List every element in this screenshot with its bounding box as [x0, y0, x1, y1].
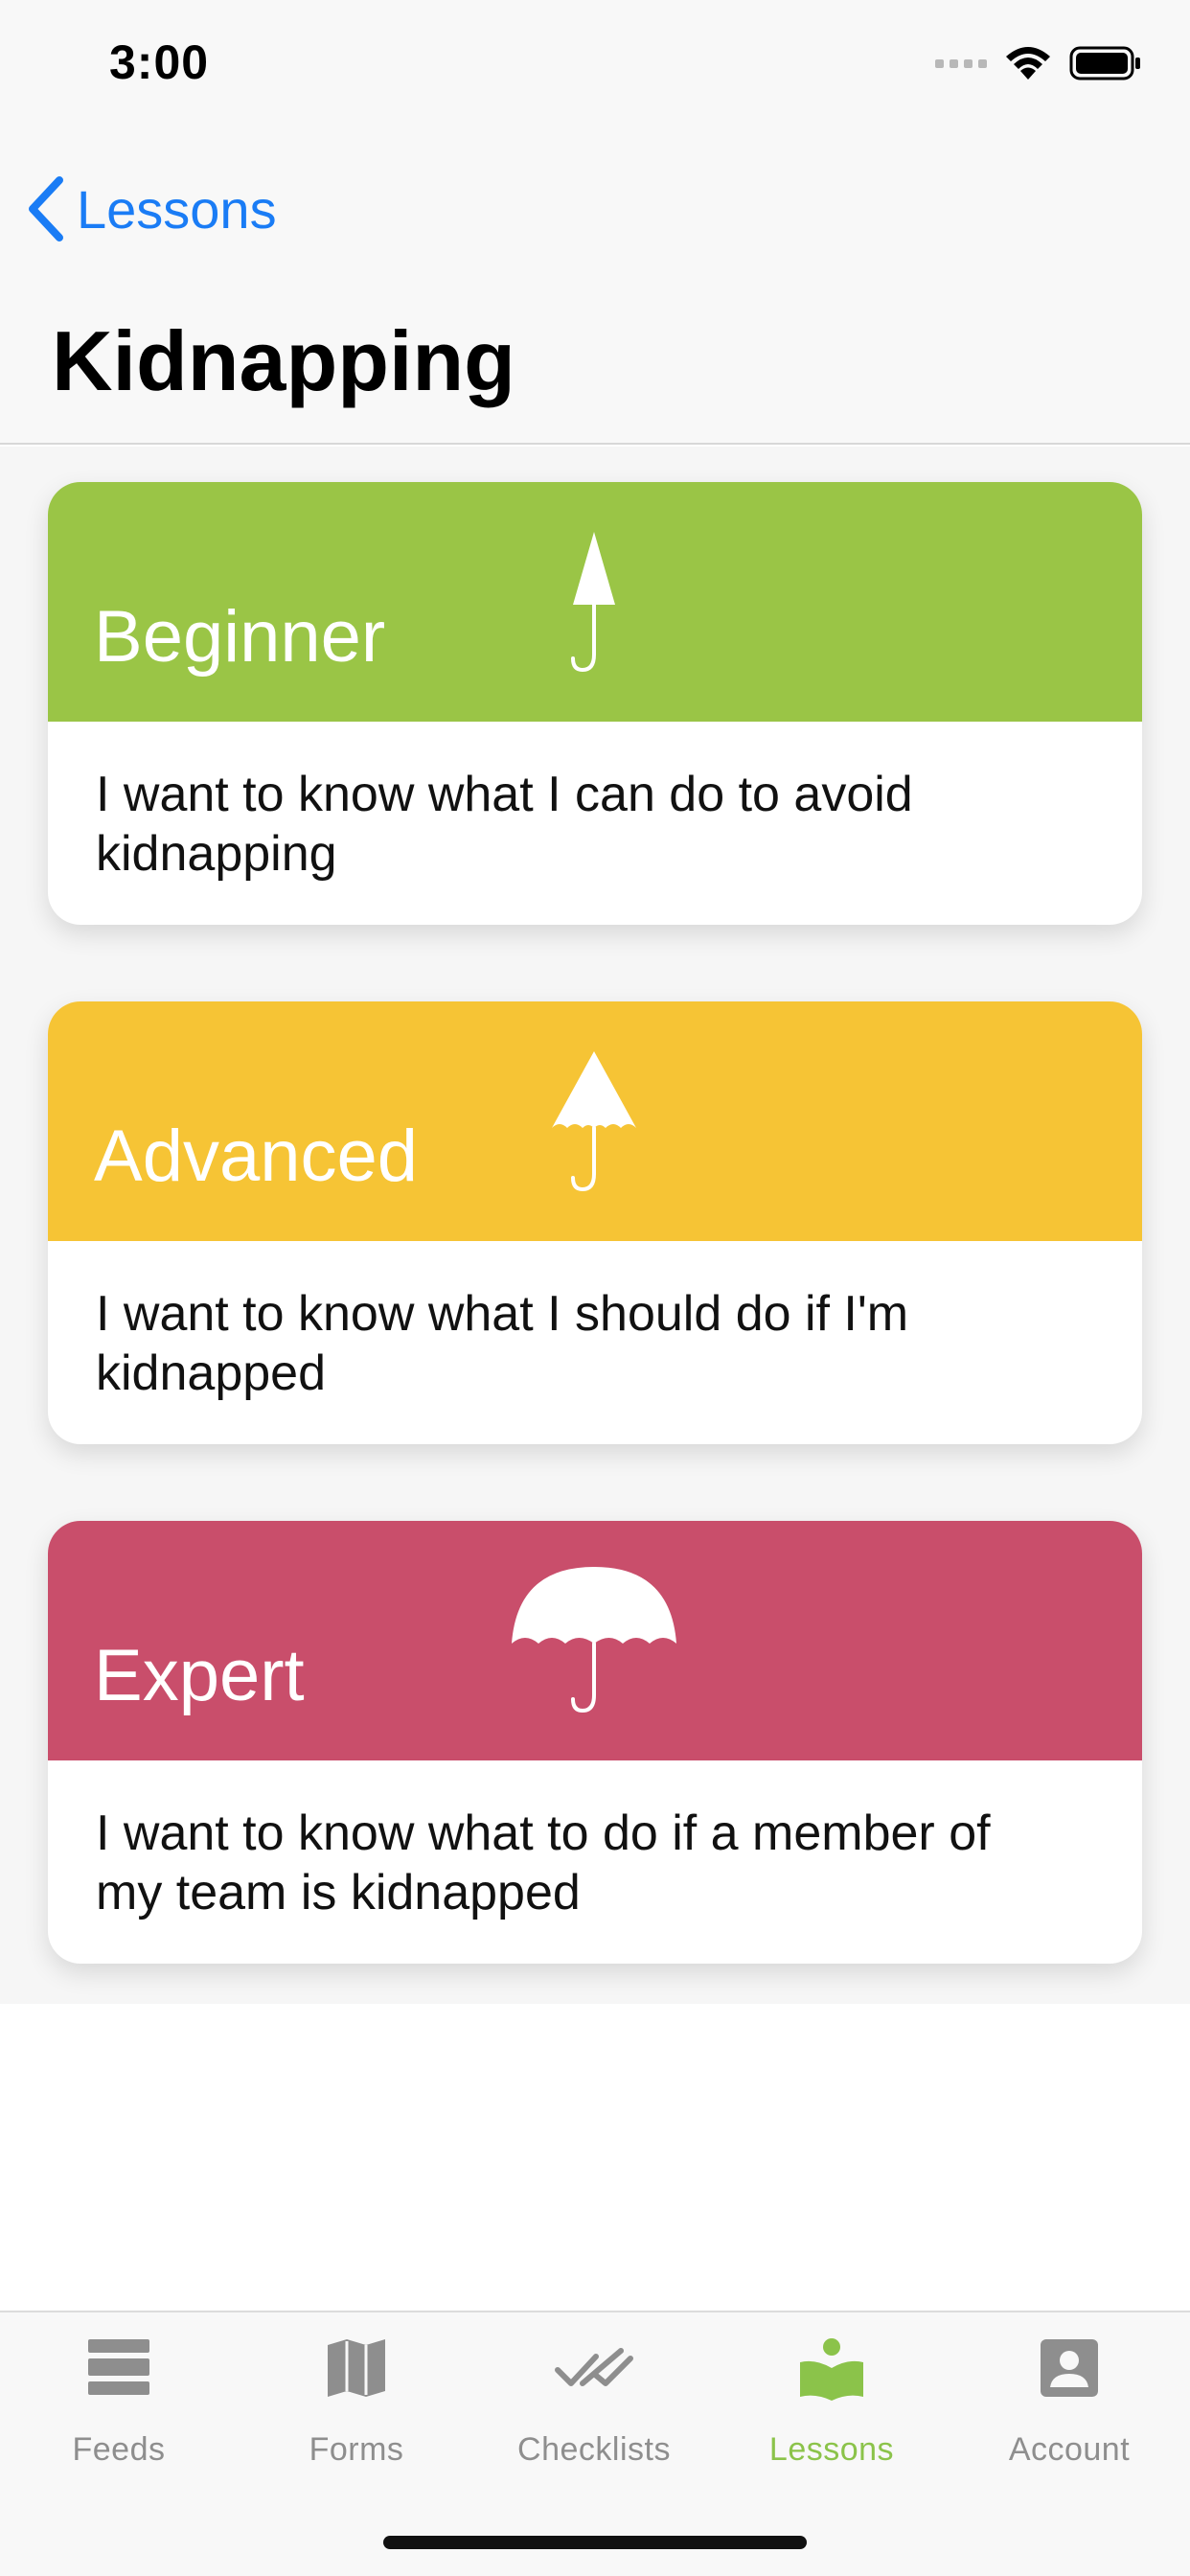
tab-label: Lessons [768, 2431, 895, 2468]
card-description: I want to know what I can do to avoid ki… [96, 767, 913, 882]
reading-book-icon [800, 2338, 863, 2401]
tab-feeds[interactable]: Feeds [0, 2312, 238, 2504]
tab-lessons[interactable]: Lessons [713, 2312, 950, 2504]
tab-label: Checklists [517, 2431, 671, 2468]
card-level: Expert [94, 1635, 305, 1716]
map-icon [328, 2339, 385, 2397]
battery-icon [1069, 46, 1140, 80]
tab-account[interactable]: Account [950, 2312, 1188, 2504]
tab-label: Feeds [72, 2431, 166, 2468]
home-indicator[interactable] [383, 2536, 807, 2549]
tab-label: Account [1008, 2431, 1131, 2468]
double-check-icon [555, 2348, 633, 2386]
back-button-label: Lessons [77, 178, 277, 240]
chevron-left-icon [29, 176, 63, 242]
tab-checklists[interactable]: Checklists [475, 2312, 713, 2504]
tab-forms[interactable]: Forms [238, 2312, 475, 2504]
card-description: I want to know what to do if a member of… [96, 1806, 991, 1920]
card-description: I want to know what I should do if I'm k… [96, 1286, 909, 1401]
lesson-card-beginner[interactable]: Beginner I want to know what I can do to… [48, 482, 1142, 925]
card-header: Expert [48, 1521, 1142, 1760]
card-level: Beginner [94, 596, 386, 678]
lesson-card-expert[interactable]: Expert I want to know what to do if a me… [48, 1521, 1142, 1964]
lessons-list: Beginner I want to know what I can do to… [0, 447, 1190, 2004]
status-time: 3:00 [109, 35, 210, 89]
account-icon [1041, 2339, 1098, 2397]
tab-label: Forms [309, 2431, 404, 2468]
wifi-icon [1006, 47, 1050, 80]
navigation-header: 3:00 Lessons Kidnapping [0, 0, 1190, 445]
open-umbrella-icon [512, 1567, 676, 1714]
feeds-icon [88, 2339, 149, 2395]
card-header: Beginner [48, 482, 1142, 722]
back-button[interactable]: Lessons [27, 171, 277, 247]
status-icons [935, 42, 1142, 84]
card-header: Advanced [48, 1001, 1142, 1241]
page-title: Kidnapping [52, 313, 515, 408]
half-open-umbrella-icon [552, 1051, 636, 1192]
card-level: Advanced [94, 1116, 419, 1197]
cellular-signal-icon [935, 58, 987, 68]
lesson-card-advanced[interactable]: Advanced I want to know what I should do… [48, 1001, 1142, 1444]
closed-umbrella-icon [571, 532, 615, 673]
